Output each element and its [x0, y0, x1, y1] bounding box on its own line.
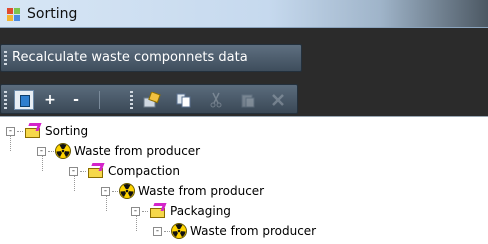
radiation-icon [119, 183, 135, 199]
add-node-button[interactable]: + [41, 89, 59, 111]
delete-x-icon [272, 94, 284, 106]
radiation-icon [171, 223, 187, 239]
tree-node-label: Waste from producer [74, 144, 201, 158]
select-node-icon [14, 90, 34, 110]
radiation-icon [55, 143, 71, 159]
icon-toolbar: + - [0, 84, 298, 114]
window-titlebar: Sorting [0, 0, 488, 28]
select-toggle-button[interactable] [12, 89, 36, 111]
toolbar-grip-handle[interactable] [130, 91, 133, 109]
collapse-toggle[interactable]: - [101, 186, 110, 196]
sorting-icon [24, 123, 42, 139]
copy-button[interactable] [173, 89, 195, 111]
collapse-toggle[interactable]: - [6, 126, 15, 136]
toolbar-separator [99, 91, 100, 109]
properties-button[interactable] [141, 89, 163, 111]
toolbar-grip-handle[interactable] [4, 51, 7, 67]
tree-node-label: Sorting [45, 124, 89, 138]
paste-icon [241, 94, 255, 108]
tree-node-label: Packaging [170, 204, 231, 218]
sorting-icon [149, 203, 167, 219]
recalculate-button[interactable]: Recalculate waste componnets data [12, 50, 248, 65]
toolbar-grip-handle[interactable] [4, 91, 7, 109]
copy-icon [176, 93, 191, 108]
paste-button[interactable] [237, 89, 259, 111]
collapse-toggle[interactable]: - [131, 206, 140, 216]
scissors-icon [210, 92, 222, 108]
recalc-toolbar: Recalculate waste componnets data [0, 44, 302, 72]
collapse-toggle[interactable]: - [37, 146, 46, 156]
tree-node-packaging[interactable]: - Packaging [131, 201, 231, 221]
tree-node-label: Waste from producer [190, 224, 317, 238]
tree-node-waste-from-producer[interactable]: - Waste from producer [153, 221, 316, 241]
tree-node-compaction[interactable]: - Compaction [69, 161, 180, 181]
tree-node-label: Compaction [108, 164, 180, 178]
sorting-icon [87, 163, 105, 179]
collapse-toggle[interactable]: - [153, 226, 162, 236]
tree-node-sorting[interactable]: - Sorting [6, 121, 88, 141]
tree-node-label: Waste from producer [138, 184, 265, 198]
window-title: Sorting [27, 6, 78, 22]
sorting-tree-view: - Sorting - Waste from producer - Compac… [0, 116, 488, 244]
delete-button[interactable] [267, 89, 289, 111]
properties-icon [143, 92, 161, 108]
cut-button[interactable] [205, 89, 227, 111]
collapse-toggle[interactable]: - [69, 166, 78, 176]
app-icon [7, 8, 21, 21]
tree-node-waste-from-producer[interactable]: - Waste from producer [37, 141, 200, 161]
tree-node-waste-from-producer[interactable]: - Waste from producer [101, 181, 264, 201]
remove-node-button[interactable]: - [67, 89, 85, 111]
